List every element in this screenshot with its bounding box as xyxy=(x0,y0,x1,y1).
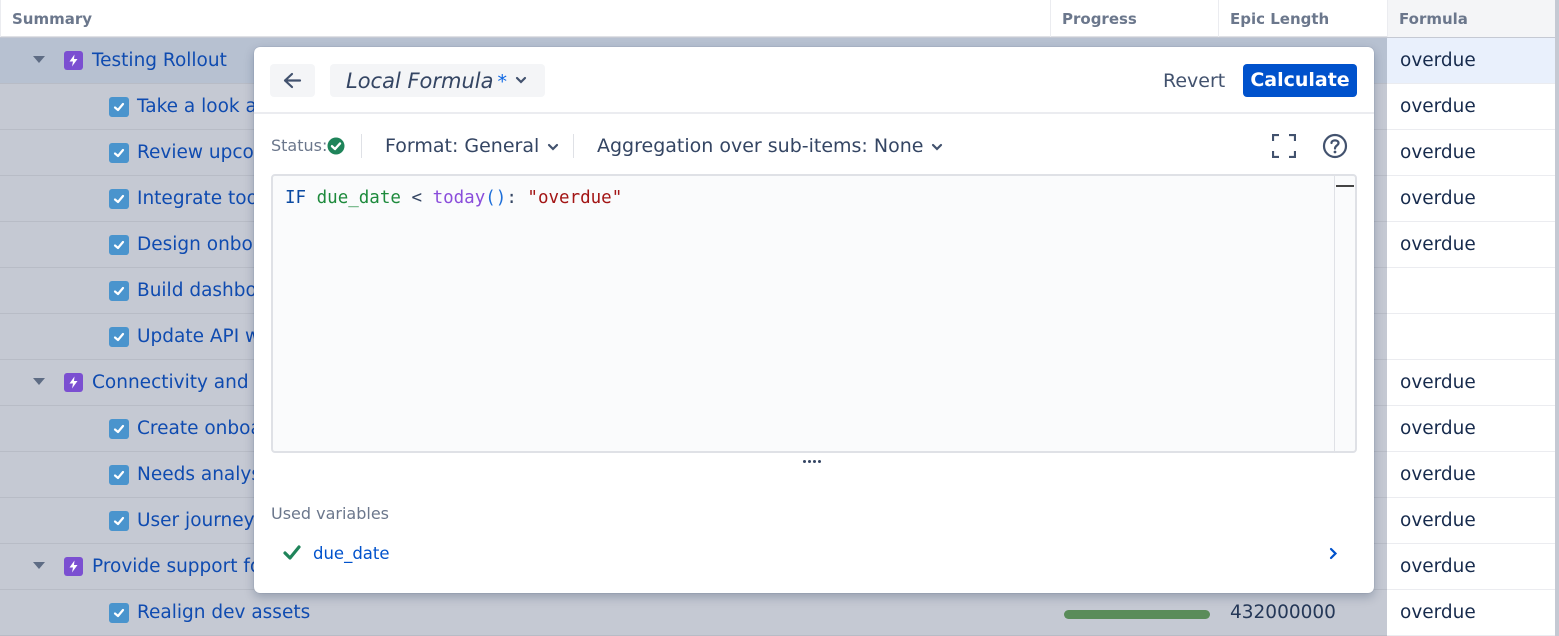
issue-title-link[interactable]: Create onboa xyxy=(137,406,262,452)
task-checkbox-icon xyxy=(109,189,129,209)
divider xyxy=(361,134,362,158)
epic-icon xyxy=(64,373,83,392)
epic-length-value: 432000000 xyxy=(1230,602,1336,623)
issue-title-link[interactable]: Integrate tool xyxy=(137,176,263,222)
code-string: "overdue" xyxy=(527,188,623,208)
chevron-down-icon xyxy=(548,143,559,151)
issue-title-link[interactable]: Build dashboa xyxy=(137,268,268,314)
dialog-header: Local Formula * Revert Calculate xyxy=(254,47,1374,114)
table-row[interactable]: Realign dev assets 432000000 xyxy=(0,590,1387,636)
column-header-progress[interactable]: Progress xyxy=(1050,0,1218,37)
task-checkbox-icon xyxy=(109,143,129,163)
task-checkbox-icon xyxy=(109,281,129,301)
issue-title-link[interactable]: Needs analysi xyxy=(137,452,266,498)
editor-resize-handle[interactable] xyxy=(803,460,825,468)
used-variable-item[interactable]: due_date xyxy=(271,537,1357,569)
help-button[interactable] xyxy=(1322,133,1348,159)
issue-title-link[interactable]: Update API w xyxy=(137,314,260,360)
formula-toolbar: Status: Format: General Aggregation over… xyxy=(254,116,1374,174)
calculate-button[interactable]: Calculate xyxy=(1243,64,1357,97)
formula-cell[interactable]: overdue xyxy=(1387,84,1555,130)
fullscreen-icon xyxy=(1271,133,1297,159)
structure-board: Summary Progress Epic Length Formula Tes… xyxy=(0,0,1559,636)
formula-column: overdue overdue overdue overdue overdue overd… xyxy=(1387,38,1555,636)
chevron-down-icon xyxy=(515,76,527,84)
expand-caret-icon[interactable] xyxy=(33,56,45,63)
issue-title-link[interactable]: Connectivity and R xyxy=(92,360,267,406)
code-function: today xyxy=(432,188,486,208)
used-variable-name[interactable]: due_date xyxy=(313,537,390,571)
checkmark-icon xyxy=(283,545,301,560)
issue-title-link[interactable]: Design onboa xyxy=(137,222,264,268)
help-icon xyxy=(1322,133,1348,159)
back-button[interactable] xyxy=(270,64,315,97)
chevron-right-icon xyxy=(1329,547,1338,560)
formula-cell[interactable] xyxy=(1387,314,1555,360)
expand-caret-icon[interactable] xyxy=(33,562,45,569)
formula-cell[interactable] xyxy=(1387,268,1555,314)
formula-cell[interactable]: overdue xyxy=(1387,176,1555,222)
status-label: Status: xyxy=(271,136,328,155)
issue-title-link[interactable]: Testing Rollout xyxy=(92,38,227,84)
task-checkbox-icon xyxy=(109,327,129,347)
formula-cell[interactable]: overdue xyxy=(1387,222,1555,268)
formula-code-editor[interactable]: IF due_date < today(): "overdue" xyxy=(271,174,1357,453)
task-checkbox-icon xyxy=(109,465,129,485)
expand-caret-icon[interactable] xyxy=(33,378,45,385)
formula-editor-dialog: Local Formula * Revert Calculate Status: … xyxy=(254,47,1374,593)
column-header-summary[interactable]: Summary xyxy=(0,0,1050,37)
task-checkbox-icon xyxy=(109,511,129,531)
code-keyword: IF xyxy=(285,188,307,208)
editor-scrollbar[interactable] xyxy=(1334,176,1355,451)
scrollbar-thumb[interactable] xyxy=(1336,185,1354,187)
fullscreen-button[interactable] xyxy=(1271,133,1297,159)
formula-code[interactable]: IF due_date < today(): "overdue" xyxy=(285,188,622,208)
check-circle-icon xyxy=(327,137,345,155)
formula-cell[interactable]: overdue xyxy=(1387,360,1555,406)
code-colon: : xyxy=(506,188,517,208)
aggregation-label: Aggregation over sub-items: None xyxy=(597,135,924,157)
formula-cell[interactable]: overdue xyxy=(1387,38,1555,84)
task-checkbox-icon xyxy=(109,419,129,439)
task-checkbox-icon xyxy=(109,97,129,117)
issue-title-link[interactable]: Take a look at xyxy=(137,84,264,130)
task-checkbox-icon xyxy=(109,235,129,255)
formula-cell[interactable]: overdue xyxy=(1387,406,1555,452)
divider xyxy=(573,134,574,158)
epic-icon xyxy=(64,51,83,70)
used-variables-title: Used variables xyxy=(271,504,390,523)
epic-icon xyxy=(64,557,83,576)
formula-name-dropdown[interactable]: Local Formula * xyxy=(330,64,545,97)
formula-cell[interactable]: overdue xyxy=(1387,452,1555,498)
table-header: Summary Progress Epic Length Formula xyxy=(0,0,1555,37)
formula-cell[interactable]: overdue xyxy=(1387,590,1555,636)
revert-button[interactable]: Revert xyxy=(1149,64,1239,97)
arrow-left-icon xyxy=(283,72,302,89)
code-operator: < xyxy=(411,188,423,208)
issue-title-link[interactable]: User journey a xyxy=(137,498,272,544)
code-variable: due_date xyxy=(316,188,401,208)
modified-marker: * xyxy=(497,71,508,93)
formula-cell[interactable]: overdue xyxy=(1387,130,1555,176)
issue-title-link[interactable]: Realign dev assets xyxy=(137,590,310,636)
formula-name: Local Formula xyxy=(346,69,494,93)
column-header-epic-length[interactable]: Epic Length xyxy=(1218,0,1387,37)
formula-cell[interactable]: overdue xyxy=(1387,544,1555,590)
issue-title-link[interactable]: Review upcom xyxy=(137,130,272,176)
format-label: Format: General xyxy=(385,135,540,157)
task-checkbox-icon xyxy=(109,603,129,623)
chevron-down-icon xyxy=(932,143,943,151)
column-header-formula[interactable]: Formula xyxy=(1387,0,1555,37)
aggregation-dropdown[interactable]: Aggregation over sub-items: None xyxy=(597,132,943,160)
progress-bar xyxy=(1064,610,1210,619)
issue-title-link[interactable]: Provide support fo xyxy=(92,544,261,590)
scrollbar[interactable] xyxy=(1555,37,1559,636)
code-parens: () xyxy=(485,188,507,208)
format-dropdown[interactable]: Format: General xyxy=(385,132,559,160)
formula-cell[interactable]: overdue xyxy=(1387,498,1555,544)
